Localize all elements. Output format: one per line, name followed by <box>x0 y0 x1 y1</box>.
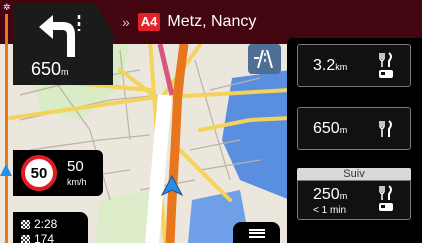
next-road-name: Metz, Nancy <box>167 13 257 30</box>
chevron-right-icon: » <box>122 14 130 30</box>
keep-left-icon <box>39 15 81 57</box>
poi-time: < 1 min <box>313 205 347 216</box>
road-number-badge: A4 <box>137 13 161 31</box>
poi-next-header: Suiv <box>297 168 411 180</box>
current-speed: 50 <box>67 158 84 175</box>
eta-time-row: 2:28 <box>21 217 57 231</box>
speed-panel: 50 50 km/h <box>13 150 103 196</box>
route-progress-line <box>5 14 8 243</box>
clock-flag-icon <box>21 219 30 229</box>
destination-flag-icon: ✲ <box>3 2 11 12</box>
poi-card[interactable]: 250m < 1 min <box>297 180 411 220</box>
eta-distance: 174 <box>34 232 55 243</box>
turn-instruction-panel[interactable]: 650m <box>13 3 113 85</box>
restaurant-fuel-icon <box>379 52 393 78</box>
poi-side-panel: 3.2km 650m Suiv 250m < 1 min <box>287 38 422 243</box>
hamburger-icon <box>248 228 265 238</box>
navigation-screen: » A4 Metz, Nancy ✲ 650m 50 50 km/h 2:28 … <box>0 0 422 243</box>
restaurant-fuel-icon <box>379 185 393 211</box>
checkered-flag-icon <box>21 234 30 243</box>
eta-panel[interactable]: 2:28 174 <box>13 212 88 243</box>
turn-distance: 650m <box>31 59 69 79</box>
restaurant-icon <box>379 120 392 137</box>
next-road-info: » A4 Metz, Nancy <box>122 11 256 33</box>
motorway-services-button[interactable] <box>248 44 281 74</box>
speed-limit-sign: 50 <box>21 155 57 191</box>
eta-time: 2:28 <box>34 217 58 231</box>
route-position-marker <box>0 164 12 176</box>
poi-card[interactable]: 650m <box>297 107 411 150</box>
poi-card[interactable]: 3.2km <box>297 44 411 87</box>
speed-unit: km/h <box>67 177 87 187</box>
poi-distance: 650m <box>313 120 348 137</box>
eta-distance-row: 174 <box>21 232 54 243</box>
poi-distance: 250m <box>313 186 348 203</box>
poi-distance: 3.2km <box>313 57 348 74</box>
menu-button[interactable] <box>233 222 280 243</box>
motorway-icon <box>253 50 273 68</box>
